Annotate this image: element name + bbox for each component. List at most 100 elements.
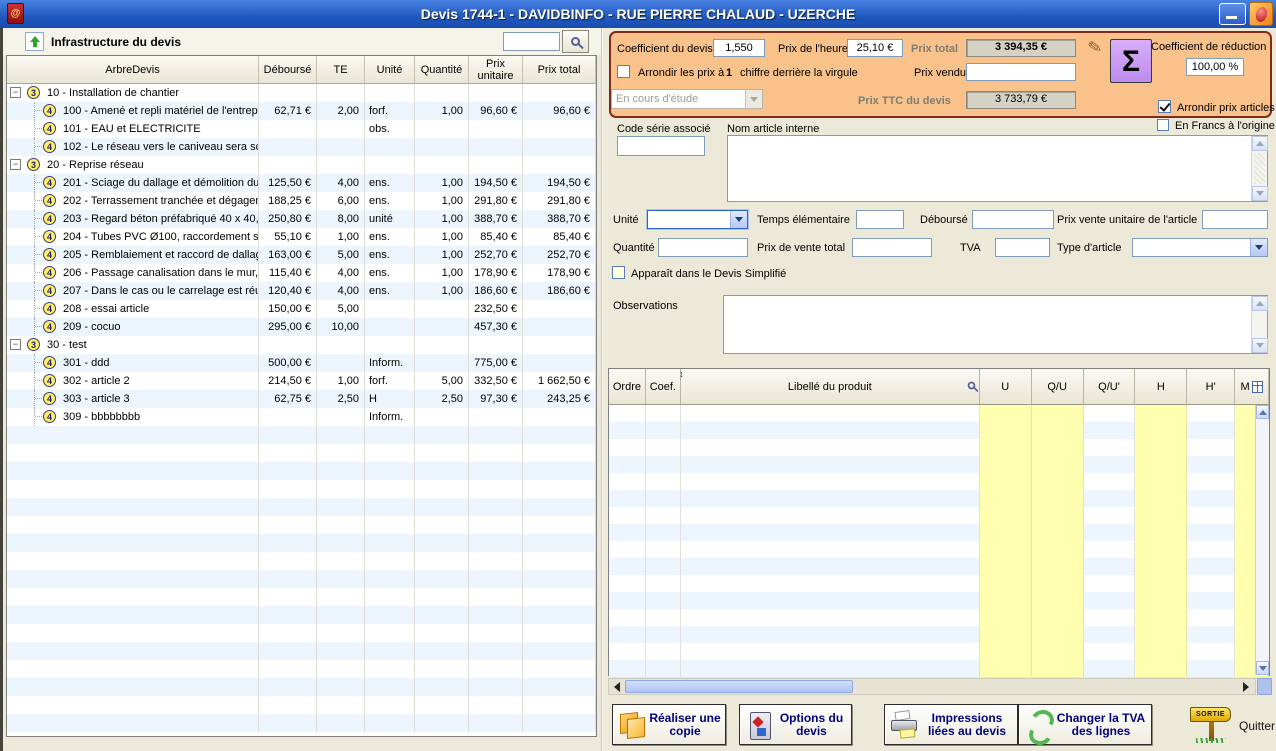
product-cell-qu-prime[interactable] (1084, 575, 1136, 592)
product-row[interactable] (609, 507, 1269, 524)
product-cell-qu-prime[interactable] (1084, 473, 1136, 490)
product-cell-libelle[interactable] (681, 524, 980, 541)
product-cell-u[interactable] (980, 575, 1032, 592)
product-row[interactable] (609, 439, 1269, 456)
product-col-h[interactable]: H (1135, 369, 1187, 405)
column-grid-icon[interactable] (1252, 381, 1263, 393)
product-cell-libelle[interactable] (681, 473, 980, 490)
product-cell-u[interactable] (980, 456, 1032, 473)
prix-heure-input[interactable] (847, 39, 903, 57)
tree-row[interactable]: 4209 - cocuo295,00 €10,00457,30 € (7, 318, 596, 336)
product-row[interactable] (609, 405, 1269, 422)
product-cell-qu[interactable] (1032, 575, 1084, 592)
product-cell-h[interactable] (1135, 541, 1187, 558)
product-cell-qu-prime[interactable] (1084, 524, 1136, 541)
product-col-ordre[interactable]: Ordre (609, 369, 646, 405)
product-cell-coef[interactable] (646, 541, 681, 558)
product-cell-ordre[interactable] (609, 507, 646, 524)
product-cell-qu-prime[interactable] (1084, 626, 1136, 643)
product-cell-ordre[interactable] (609, 541, 646, 558)
tva-input[interactable] (995, 238, 1050, 257)
product-cell-h[interactable] (1135, 592, 1187, 609)
tree-row[interactable]: 4301 - ddd500,00 €Inform.775,00 € (7, 354, 596, 372)
product-cell-h[interactable] (1135, 660, 1187, 677)
temps-elementaire-input[interactable] (856, 210, 904, 229)
realiser-copie-button[interactable]: Réaliser une copie (612, 704, 726, 745)
scroll-up-icon[interactable] (1252, 136, 1268, 151)
scroll-up-icon[interactable] (1252, 296, 1268, 311)
search-icon[interactable] (968, 382, 976, 390)
scroll-right-icon[interactable] (1243, 682, 1249, 692)
scroll-down-icon[interactable] (1252, 338, 1268, 353)
product-cell-qu-prime[interactable] (1084, 660, 1136, 677)
product-row[interactable] (609, 660, 1269, 677)
tree-collapse-icon[interactable]: − (10, 87, 21, 98)
product-cell-h-prime[interactable] (1187, 575, 1235, 592)
product-cell-h-prime[interactable] (1187, 507, 1235, 524)
tree-col-4[interactable]: Quantité (415, 56, 469, 84)
product-cell-qu-prime[interactable] (1084, 558, 1136, 575)
product-cell-ordre[interactable] (609, 626, 646, 643)
tree-item[interactable]: 4208 - essai article (7, 300, 259, 318)
tree-item[interactable]: −330 - test (7, 336, 259, 354)
product-cell-ordre[interactable] (609, 660, 646, 677)
type-article-select[interactable] (1132, 238, 1268, 257)
quit-button[interactable]: Quitter (1239, 719, 1275, 733)
product-cell-libelle[interactable] (681, 541, 980, 558)
product-cell-qu[interactable] (1032, 473, 1084, 490)
product-cell-coef[interactable] (646, 575, 681, 592)
product-row[interactable] (609, 626, 1269, 643)
product-cell-qu[interactable] (1032, 524, 1084, 541)
product-cell-h-prime[interactable] (1187, 541, 1235, 558)
product-cell-coef[interactable] (646, 422, 681, 439)
product-cell-u[interactable] (980, 422, 1032, 439)
product-cell-coef[interactable] (646, 609, 681, 626)
chevron-down-icon[interactable] (730, 211, 747, 228)
product-cell-ordre[interactable] (609, 490, 646, 507)
product-cell-qu[interactable] (1032, 626, 1084, 643)
product-cell-coef[interactable] (646, 507, 681, 524)
tree-up-icon[interactable] (25, 32, 44, 51)
product-cell-u[interactable] (980, 439, 1032, 456)
product-cell-ordre[interactable] (609, 524, 646, 541)
product-cell-u[interactable] (980, 473, 1032, 490)
product-cell-qu-prime[interactable] (1084, 507, 1136, 524)
product-cell-ordre[interactable] (609, 592, 646, 609)
product-cell-qu[interactable] (1032, 592, 1084, 609)
title-bar[interactable]: @ Devis 1744-1 - DAVIDBINFO - RUE PIERRE… (0, 0, 1276, 28)
tree-row[interactable]: 4202 - Terrassement tranchée et dégageme… (7, 192, 596, 210)
product-cell-qu[interactable] (1032, 405, 1084, 422)
tree-row[interactable]: 4206 - Passage canalisation dans le mur,… (7, 264, 596, 282)
product-col-u[interactable]: U (980, 369, 1032, 405)
product-cell-qu[interactable] (1032, 490, 1084, 507)
tree-item[interactable]: −310 - Installation de chantier (7, 84, 259, 102)
product-cell-h[interactable] (1135, 643, 1187, 660)
product-cell-libelle[interactable] (681, 660, 980, 677)
tree-item[interactable]: 4207 - Dans le cas ou le carrelage est r… (7, 282, 259, 300)
product-cell-coef[interactable] (646, 524, 681, 541)
product-cell-h-prime[interactable] (1187, 626, 1235, 643)
product-cell-u[interactable] (980, 592, 1032, 609)
tree-collapse-icon[interactable]: − (10, 159, 21, 170)
product-cell-libelle[interactable] (681, 490, 980, 507)
product-cell-u[interactable] (980, 541, 1032, 558)
edit-pen-icon[interactable]: ✎ (1081, 35, 1108, 61)
product-cell-u[interactable] (980, 507, 1032, 524)
nom-article-scrollbar[interactable] (1251, 136, 1267, 201)
product-cell-coef[interactable] (646, 626, 681, 643)
prix-vendu-input[interactable] (966, 63, 1076, 81)
product-cell-coef[interactable] (646, 473, 681, 490)
code-serie-input[interactable] (617, 136, 705, 156)
product-col-libelle[interactable]: Libellé du produit (681, 369, 980, 405)
product-col-h-prime[interactable]: H' (1187, 369, 1235, 405)
tree-row[interactable]: −310 - Installation de chantier (7, 84, 596, 102)
changer-tva-button[interactable]: Changer la TVA des lignes (1018, 704, 1152, 745)
product-cell-h-prime[interactable] (1187, 609, 1235, 626)
minimize-button[interactable] (1219, 3, 1246, 25)
product-cell-qu-prime[interactable] (1084, 405, 1136, 422)
product-cell-h[interactable] (1135, 558, 1187, 575)
tree-item[interactable]: 4209 - cocuo (7, 318, 259, 336)
tree-row[interactable]: 4100 - Amené et repli matériel de l'entr… (7, 102, 596, 120)
tree-row[interactable]: 4303 - article 362,75 €2,50H2,5097,30 €2… (7, 390, 596, 408)
product-cell-qu-prime[interactable] (1084, 439, 1136, 456)
